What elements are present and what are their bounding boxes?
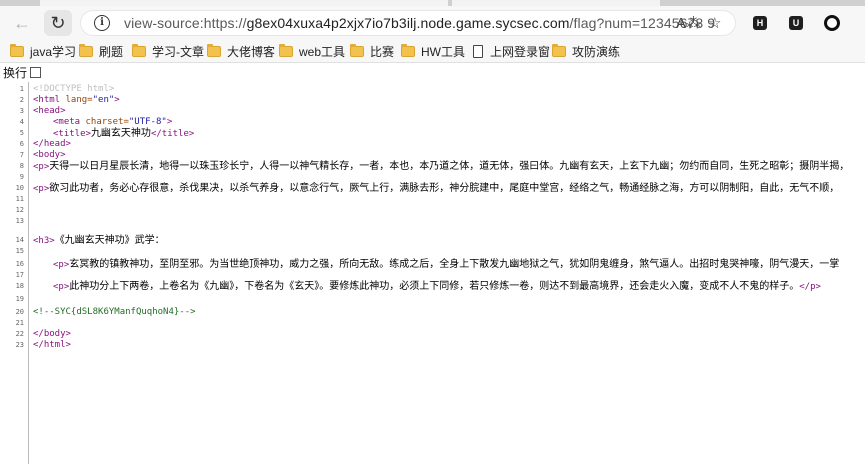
info-icon[interactable]: i	[94, 15, 110, 31]
line-number: 17	[15, 271, 24, 279]
line-number: 21	[15, 319, 24, 327]
line-number: 23	[15, 341, 24, 349]
extension-u-icon[interactable]: U	[789, 16, 803, 30]
browser-toolbar: ← ↻ i view-source:https://g8ex04xuxa4p2x…	[0, 6, 865, 40]
code-paragraph: <p>玄冥教的镇教神功，至阴至邪。为当世绝顶神功，威力之强，所向无敌。练成之后，…	[53, 259, 840, 270]
line-number: 5	[19, 129, 24, 137]
star-icon[interactable]: ☆	[708, 14, 721, 32]
code-head-close: </head>	[33, 139, 71, 149]
url-text[interactable]: view-source:https://g8ex04xuxa4p2xjx7io7…	[124, 15, 715, 31]
code-body-open: <body>	[33, 150, 66, 160]
bookmark-login-window[interactable]: 上网登录窗	[473, 43, 550, 59]
code-h3: <h3>《九幽玄天神功》武学：	[33, 235, 165, 246]
extension-h-icon[interactable]: H	[753, 16, 767, 30]
arrow-left-icon: ←	[13, 12, 31, 33]
line-number: 19	[15, 295, 24, 303]
line-number: 11	[15, 195, 24, 203]
source-view: 1 <!DOCTYPE html> 2 <html lang="en"> 3 <hea…	[0, 82, 865, 464]
line-number: 16	[15, 260, 24, 268]
code-body-close: </body>	[33, 329, 71, 339]
code-html-open: <html lang="en">	[33, 95, 120, 105]
folder-icon	[207, 43, 221, 57]
bookmark-articles[interactable]: 学习-文章	[132, 43, 204, 59]
address-bar[interactable]: i view-source:https://g8ex04xuxa4p2xjx7i…	[80, 10, 736, 36]
line-number: 15	[15, 247, 24, 255]
line-wrap-label: 换行	[3, 65, 28, 80]
extension-circle-icon[interactable]	[824, 15, 840, 31]
bookmark-java[interactable]: java学习	[10, 43, 76, 59]
code-paragraph: <p>此神功分上下两卷，上卷名为《九幽》，下卷名为《玄天》。要修炼此神功，必须上…	[53, 281, 821, 292]
line-number: 18	[15, 282, 24, 290]
bookmark-blogs[interactable]: 大佬博客	[207, 43, 275, 59]
code-doctype: <!DOCTYPE html>	[33, 84, 115, 94]
line-number: 12	[15, 206, 24, 214]
folder-icon	[279, 43, 293, 57]
folder-icon	[350, 43, 364, 57]
line-number: 3	[19, 107, 24, 115]
code-meta: <meta charset="UTF-8">	[53, 117, 173, 127]
line-number: 4	[19, 118, 24, 126]
line-number: 13	[15, 217, 24, 225]
url-host: g8ex04xuxa4p2xjx7io7b3ilj.node.game.sycs…	[246, 15, 570, 31]
page-icon	[473, 44, 483, 58]
line-number: 7	[19, 151, 24, 159]
line-number: 20	[15, 308, 24, 316]
folder-icon	[401, 43, 415, 57]
line-number: 6	[19, 140, 24, 148]
bookmark-attack-defense[interactable]: 攻防演练	[552, 43, 620, 59]
code-html-close: </html>	[33, 340, 71, 350]
line-number: 10	[15, 184, 24, 192]
bookmark-contests[interactable]: 比赛	[350, 43, 394, 59]
line-number: 2	[19, 96, 24, 104]
bookmark-hw-tools[interactable]: HW工具	[401, 43, 465, 59]
code-head-open: <head>	[33, 106, 66, 116]
read-aloud-icon[interactable]: A⁂	[676, 14, 701, 32]
line-number: 22	[15, 330, 24, 338]
bookmarks-bar: java学习 刷题 学习-文章 大佬博客 web工具 比赛 HW工具 上网登录窗…	[0, 40, 865, 63]
bookmark-web-tools[interactable]: web工具	[279, 43, 345, 59]
folder-icon	[132, 43, 146, 57]
code-comment-flag: <!--SYC{dSL8K6YManfQuqhoN4}-->	[33, 307, 196, 317]
line-number: 8	[19, 162, 24, 170]
folder-icon	[79, 43, 93, 57]
folder-icon	[10, 43, 24, 57]
line-number: 1	[19, 85, 24, 93]
bookmark-shuati[interactable]: 刷题	[79, 43, 123, 59]
folder-icon	[552, 43, 566, 57]
code-paragraph: <p>天得一以日月星辰长清，地得一以珠玉珍长宁，人得一以神气精长存，一者，本也，…	[33, 161, 850, 172]
back-button[interactable]: ←	[8, 10, 36, 36]
line-number: 14	[15, 236, 24, 244]
refresh-button[interactable]: ↻	[44, 10, 72, 36]
url-scheme: view-source:https://	[124, 15, 247, 31]
refresh-icon: ↻	[50, 12, 66, 33]
line-wrap-toggle[interactable]: 换行	[0, 64, 42, 80]
code-paragraph: <p>欲习此功者，务必心存很意，杀伐果决，以杀气养身，以意念行气，厥气上行，满脉…	[33, 183, 840, 194]
line-wrap-checkbox[interactable]	[30, 66, 42, 78]
code-title: <title>九幽玄天神功</title>	[53, 128, 195, 139]
line-number: 9	[19, 173, 24, 181]
